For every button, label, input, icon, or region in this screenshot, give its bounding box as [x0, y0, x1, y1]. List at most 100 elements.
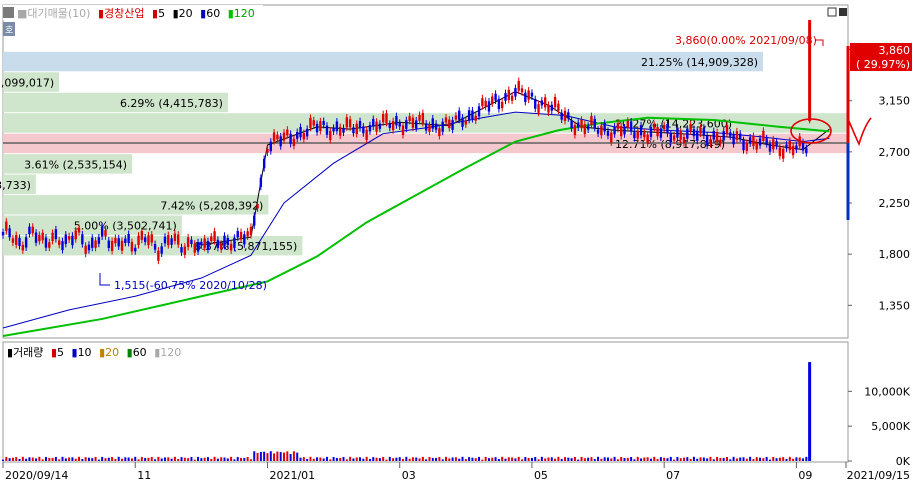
- volume-bar: [395, 457, 398, 461]
- volume-bar: [537, 459, 540, 461]
- candle-body: [504, 93, 507, 101]
- maximize-icon[interactable]: [827, 7, 837, 17]
- candle-body: [672, 135, 676, 141]
- candle-body: [18, 237, 21, 247]
- candle-body: [573, 125, 577, 136]
- volume-bar: [597, 456, 600, 461]
- candle-body: [180, 247, 183, 253]
- candle-body: [676, 127, 679, 138]
- volume-bar: [699, 457, 702, 461]
- volume-bar: [263, 451, 266, 461]
- volume-bar: [144, 457, 147, 461]
- candle-body: [755, 142, 758, 150]
- volume-bar: [583, 458, 586, 461]
- candle-body: [372, 118, 375, 127]
- candle-body: [28, 226, 31, 235]
- volume-bar: [759, 457, 762, 461]
- candle-body: [259, 177, 263, 187]
- candle-body: [434, 123, 438, 130]
- panel-side-tab-glyph: 호: [5, 25, 13, 36]
- volume-bar: [656, 459, 659, 461]
- candle-body: [742, 140, 745, 151]
- candle-body: [358, 121, 362, 129]
- volume-bar: [220, 457, 223, 461]
- volume-bar: [276, 451, 279, 461]
- candle-body: [276, 134, 279, 140]
- candle-body: [296, 131, 299, 139]
- candle-body: [507, 89, 510, 100]
- volume-bar: [544, 458, 547, 461]
- candle-body: [487, 101, 491, 112]
- price-legend: ■대기매물(10) ▮경창산업 ▮5 ▮20 ▮60 ▮120: [17, 7, 255, 20]
- candle-body: [157, 250, 160, 261]
- volume-bar: [640, 458, 643, 461]
- candle-body: [58, 240, 61, 245]
- candle-body: [302, 132, 306, 140]
- candle-body: [266, 148, 269, 153]
- volume-bar: [441, 459, 444, 461]
- volume-bar: [415, 457, 418, 461]
- candle-body: [527, 90, 530, 100]
- volume-bar: [527, 457, 530, 461]
- volume-bar: [316, 457, 319, 461]
- volume-bar: [5, 456, 8, 461]
- volume-bar: [206, 457, 209, 461]
- candle-body: [289, 133, 292, 144]
- candle-body: [64, 234, 68, 244]
- candle-body: [173, 233, 177, 242]
- close-icon[interactable]: [839, 8, 847, 16]
- candle-body: [8, 228, 11, 238]
- volume-bar: [626, 457, 629, 461]
- candle-body: [729, 132, 732, 137]
- volume-bar: [256, 452, 259, 461]
- candle-body: [448, 119, 451, 129]
- candle-body: [514, 87, 517, 97]
- volume-bar: [296, 452, 299, 461]
- x-tick-label: 11: [137, 469, 151, 482]
- volume-bar: [147, 457, 150, 461]
- price-tick-label: 3,150: [879, 95, 911, 108]
- candle-body: [577, 122, 580, 128]
- x-axis: 2020/09/14 11 2021/01 03 05 07 09 2021/09/15: [2, 462, 910, 482]
- volume-bar: [603, 457, 606, 461]
- candle-body: [530, 92, 534, 97]
- volume-bar: [507, 457, 510, 461]
- candle-body: [781, 148, 785, 159]
- volume-bar: [785, 458, 788, 461]
- candle-body: [725, 124, 729, 134]
- volume-bar: [160, 458, 163, 461]
- legend-vol-ma120: 120: [160, 346, 181, 359]
- candle-body: [5, 221, 8, 232]
- volume-bar: [190, 456, 193, 461]
- volume-tick-label: 10,000K: [864, 385, 910, 398]
- volume-bar: [461, 456, 464, 461]
- candle-body: [365, 129, 368, 140]
- x-tick-label: 2021/01: [269, 469, 315, 482]
- candle-body: [312, 120, 315, 126]
- volume-bar: [38, 456, 41, 461]
- candle-body: [97, 237, 101, 244]
- volume-bar: [673, 459, 676, 461]
- candle-body: [253, 215, 256, 226]
- volume-bar: [365, 456, 368, 461]
- volume-profile-label: 0.92% (643,733): [0, 179, 31, 192]
- candle-body: [219, 243, 223, 250]
- candle-body: [775, 141, 778, 147]
- candle-body: [332, 127, 335, 132]
- volume-bar: [187, 458, 190, 461]
- volume-bar: [646, 457, 649, 461]
- volume-bar: [183, 457, 186, 461]
- candle-body: [491, 96, 494, 104]
- candle-body: [477, 106, 481, 117]
- volume-bar: [71, 457, 74, 461]
- legend-toggle-icon[interactable]: [3, 7, 14, 18]
- candle-body: [329, 130, 332, 141]
- candle-body: [134, 247, 137, 252]
- candle-body: [593, 118, 596, 129]
- volume-bar: [620, 457, 623, 461]
- volume-bar: [236, 457, 239, 461]
- volume-bar: [226, 458, 229, 461]
- candle-body: [788, 140, 791, 151]
- volume-bar: [279, 452, 282, 461]
- volume-bar: [478, 456, 481, 461]
